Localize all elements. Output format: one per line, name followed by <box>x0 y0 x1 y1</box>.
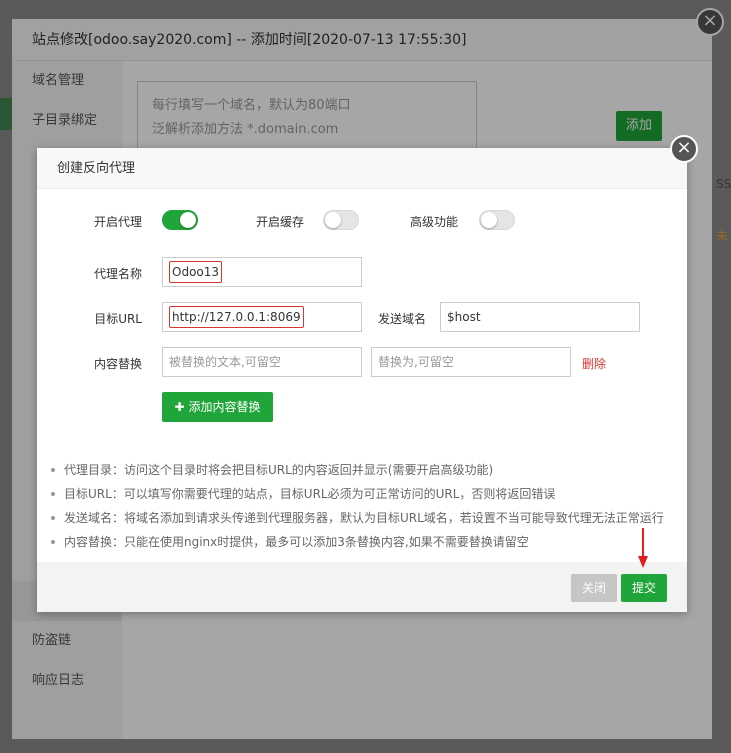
dialog-title: 创建反向代理 <box>37 148 687 189</box>
add-replace-button[interactable]: ✚ 添加内容替换 <box>162 392 273 422</box>
proxy-name-value: Odoo13 <box>169 261 223 283</box>
toggle-knob <box>325 212 341 228</box>
proxy-name-label: 代理名称 <box>93 267 142 281</box>
dialog-close-icon[interactable]: × <box>670 135 698 163</box>
proxy-enable-toggle[interactable] <box>162 210 198 230</box>
tip-item: 内容替换：只能在使用nginx时提供，最多可以添加3条替换内容,如果不需要替换请… <box>48 530 664 554</box>
cache-enable-toggle[interactable] <box>323 210 359 230</box>
send-domain-label: 发送域名 <box>377 312 426 326</box>
proxy-enable-label: 开启代理 <box>93 215 142 229</box>
delete-replace-link[interactable]: 删除 <box>582 355 606 372</box>
proxy-name-input[interactable]: Odoo13 <box>162 257 362 287</box>
replace-from-input[interactable]: 被替换的文本,可留空 <box>162 347 362 377</box>
advanced-toggle[interactable] <box>479 210 515 230</box>
add-replace-label: 添加内容替换 <box>188 400 261 414</box>
toggle-knob <box>481 212 497 228</box>
replace-to-input[interactable]: 替换为,可留空 <box>371 347 571 377</box>
tip-item: 代理目录：访问这个目录时将会把目标URL的内容返回并显示(需要开启高级功能) <box>48 458 664 482</box>
red-arrow-annotation <box>638 528 648 568</box>
advanced-label: 高级功能 <box>409 215 458 229</box>
target-url-value: http://127.0.0.1:8069 <box>169 306 304 328</box>
toggle-knob <box>180 212 196 228</box>
cache-enable-label: 开启缓存 <box>255 215 304 229</box>
tip-item: 目标URL：可以填写你需要代理的站点，目标URL必须为可正常访问的URL，否则将… <box>48 482 664 506</box>
plus-icon: ✚ <box>174 400 185 414</box>
submit-button[interactable]: 提交 <box>621 574 667 602</box>
help-tips: 代理目录：访问这个目录时将会把目标URL的内容返回并显示(需要开启高级功能) 目… <box>48 458 664 554</box>
close-button[interactable]: 关闭 <box>571 574 617 602</box>
dialog-footer: 关闭 提交 <box>37 562 687 612</box>
target-url-input[interactable]: http://127.0.0.1:8069 <box>162 302 362 332</box>
target-url-label: 目标URL <box>94 312 142 326</box>
tip-item: 发送域名：将域名添加到请求头传递到代理服务器，默认为目标URL域名，若设置不当可… <box>48 506 664 530</box>
send-domain-input[interactable]: $host <box>440 302 640 332</box>
replace-label: 内容替换 <box>93 357 142 371</box>
